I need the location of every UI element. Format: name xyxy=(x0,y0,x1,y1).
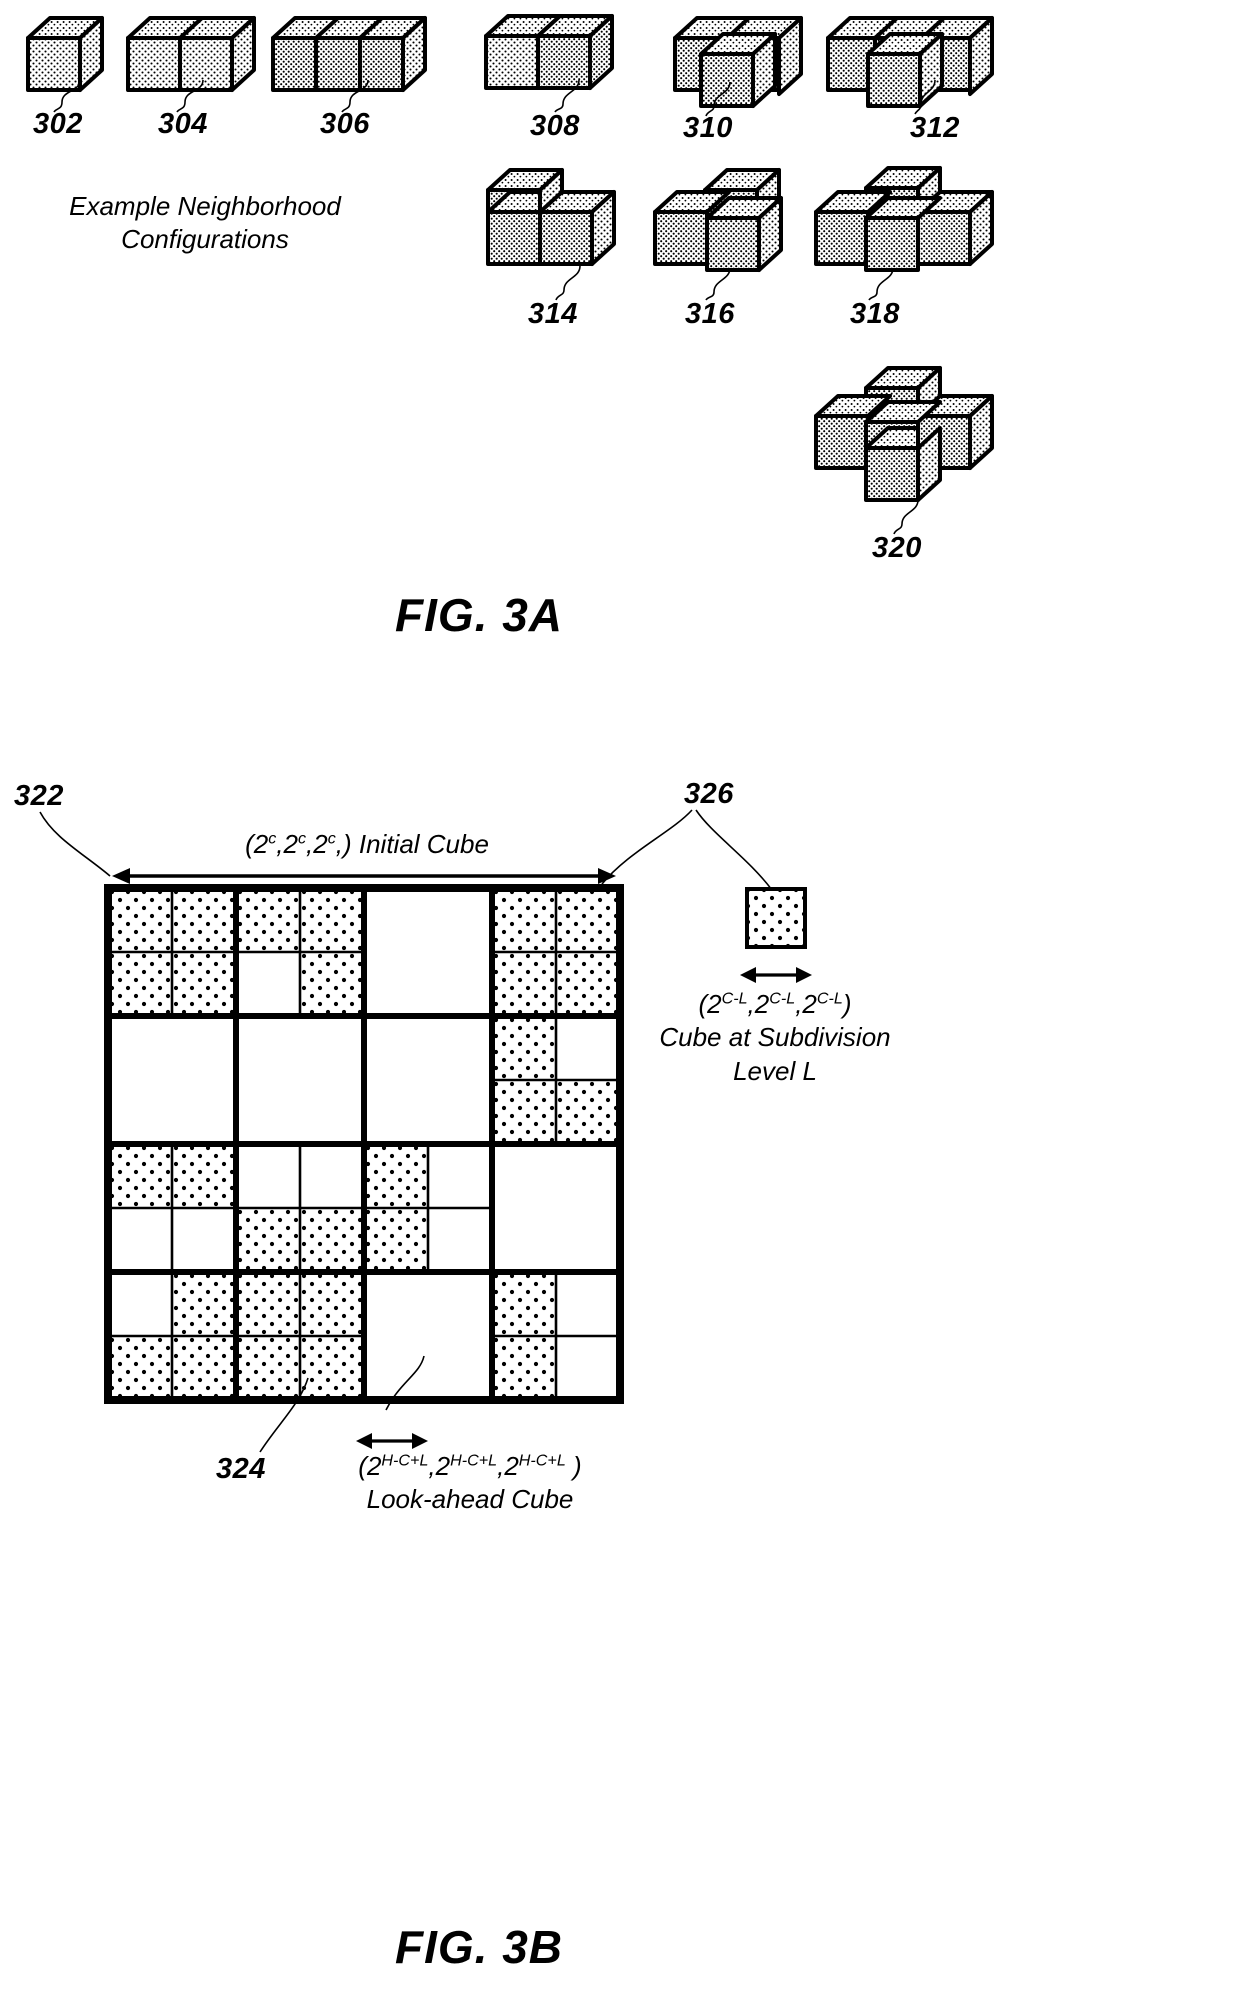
grid-cell-filled xyxy=(556,1080,620,1144)
leader-316 xyxy=(705,267,731,301)
leader-304 xyxy=(176,79,204,113)
grid-cell-filled xyxy=(172,1144,236,1208)
grid-cell-filled xyxy=(300,952,364,1016)
grid-cell-filled xyxy=(364,1208,428,1272)
grid-cell-filled xyxy=(108,888,172,952)
grid-cell-filled xyxy=(300,1208,364,1272)
grid-cell-filled xyxy=(108,1336,172,1400)
fig3a-caption: Example Neighborhood Configurations xyxy=(55,190,355,257)
initial-cube-dimension-label: (2c,2c,2c,) Initial Cube xyxy=(122,828,612,861)
lookahead-caption: (2H-C+L,2H-C+L,2H-C+L ) Look-ahead Cube xyxy=(260,1450,680,1517)
shape-318 xyxy=(808,160,1023,295)
leader-324 xyxy=(259,1377,309,1453)
subdiv-caption-line2: Cube at Subdivision xyxy=(659,1022,891,1053)
ref-316: 316 xyxy=(685,298,735,330)
fig3a-caption-line2: Configurations xyxy=(121,224,289,255)
fig3b-label: FIG. 3B xyxy=(395,1921,564,1973)
grid-cell-filled xyxy=(556,888,620,952)
grid-cell-filled xyxy=(492,1272,556,1336)
fig3a-label: FIG. 3A xyxy=(395,589,564,641)
quadtree-svg xyxy=(104,884,624,1404)
leader-312 xyxy=(914,79,936,115)
leader-310 xyxy=(705,81,731,117)
leader-lookahead xyxy=(385,1355,425,1411)
figure-3b: 322 326 (2c,2c,2c,) Initial Cube (2C-L,2… xyxy=(0,760,1240,2008)
ref-320: 320 xyxy=(872,532,922,564)
leader-318 xyxy=(868,267,894,301)
ref-322: 322 xyxy=(14,780,64,812)
quadtree-grid xyxy=(104,884,624,1404)
figure-3a: 302 304 306 308 310 312 314 316 318 320 … xyxy=(0,0,1240,700)
subdiv-dim-line: (2C-L,2C-L,2C-L) xyxy=(698,989,852,1019)
lookahead-caption-line2: Look-ahead Cube xyxy=(366,1484,574,1515)
grid-cell-filled xyxy=(172,1272,236,1336)
leader-306 xyxy=(341,79,369,113)
grid-cell-filled xyxy=(236,1272,300,1336)
ref-314: 314 xyxy=(528,298,578,330)
lookahead-dimension-arrow xyxy=(356,1433,428,1449)
leader-308 xyxy=(554,79,580,113)
grid-cell-filled xyxy=(492,888,556,952)
grid-cell-filled xyxy=(236,888,300,952)
leader-314 xyxy=(555,265,581,301)
grid-cell-filled xyxy=(108,952,172,1016)
grid-cell-filled xyxy=(172,1336,236,1400)
leader-302 xyxy=(53,79,81,113)
subdivision-cube-sample xyxy=(744,886,808,950)
shape-320 xyxy=(808,360,1023,520)
ref-308: 308 xyxy=(530,110,580,142)
grid-cell-filled xyxy=(492,1016,556,1080)
fig3a-caption-line1: Example Neighborhood xyxy=(69,191,341,221)
lookahead-dim-line: (2H-C+L,2H-C+L,2H-C+L ) xyxy=(358,1451,582,1481)
subdivision-cube-caption: (2C-L,2C-L,2C-L) Cube at Subdivision Lev… xyxy=(640,988,910,1088)
leader-326 xyxy=(601,809,773,891)
subdiv-caption-line3: Level L xyxy=(733,1055,817,1086)
ref-326: 326 xyxy=(684,778,734,810)
grid-cell-filled xyxy=(172,952,236,1016)
grid-cell-filled xyxy=(492,1080,556,1144)
grid-cell-filled xyxy=(300,888,364,952)
grid-cell-filled xyxy=(364,1144,428,1208)
subdivision-cube-arrow xyxy=(740,967,812,983)
grid-cell-filled xyxy=(172,888,236,952)
ref-318: 318 xyxy=(850,298,900,330)
grid-cell-filled xyxy=(492,952,556,1016)
ref-312: 312 xyxy=(910,112,960,144)
grid-cell-filled xyxy=(556,952,620,1016)
leader-320 xyxy=(893,499,919,535)
grid-cell-filled xyxy=(236,1208,300,1272)
dim-prefix: (2c,2c,2c,) Initial Cube xyxy=(245,829,489,859)
grid-cell-filled xyxy=(300,1272,364,1336)
grid-cell-filled xyxy=(492,1336,556,1400)
grid-cell-filled xyxy=(108,1144,172,1208)
